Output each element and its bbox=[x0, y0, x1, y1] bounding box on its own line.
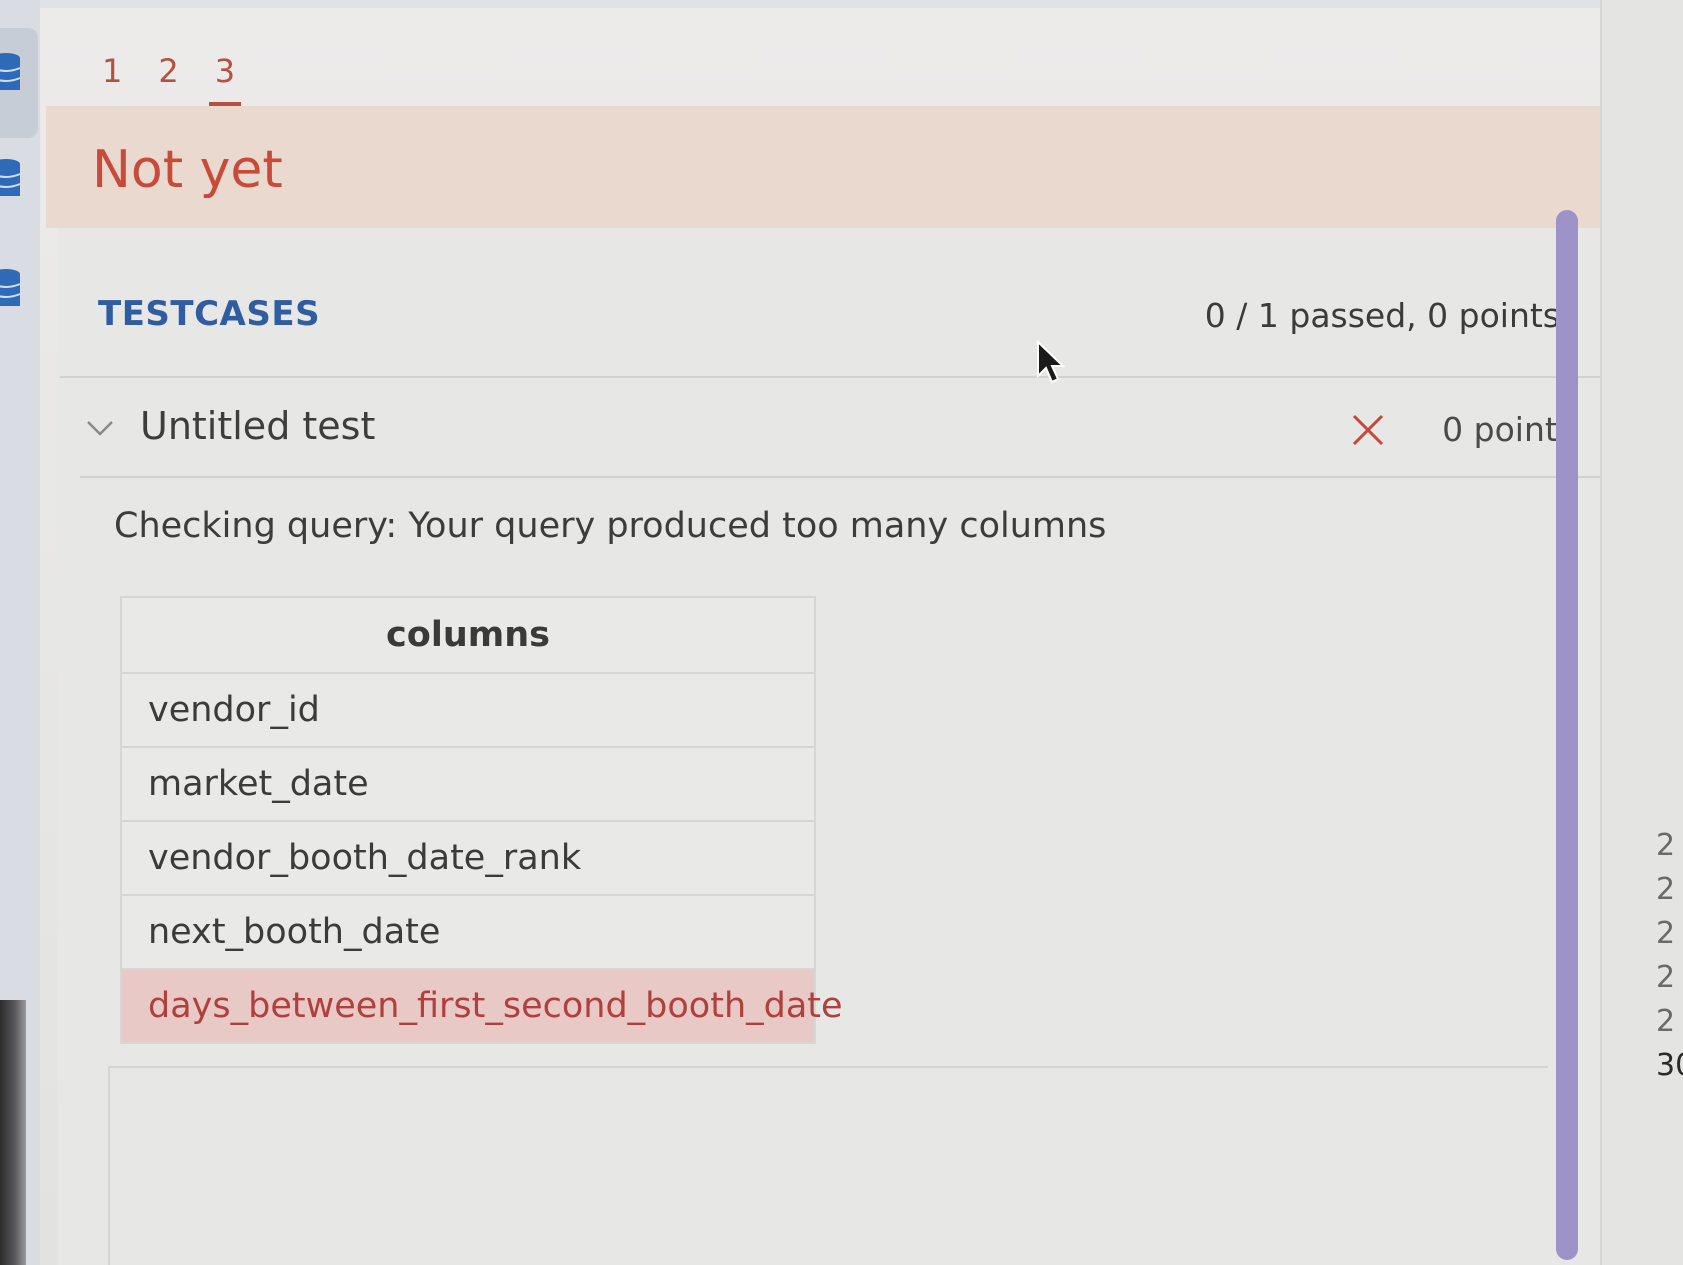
database-icon[interactable] bbox=[0, 158, 24, 202]
line-number: 2 bbox=[1656, 960, 1676, 995]
columns-table: columns vendor_id market_date vendor_boo… bbox=[120, 596, 843, 1044]
chevron-down-icon[interactable] bbox=[86, 414, 114, 442]
divider bbox=[108, 1066, 110, 1265]
test-title[interactable]: Untitled test bbox=[140, 404, 375, 448]
question-tabs: 1 2 3 bbox=[96, 52, 242, 106]
testcases-heading: TESTCASES bbox=[98, 294, 321, 334]
scrollbar[interactable] bbox=[1556, 210, 1578, 1260]
line-number: 2 bbox=[1656, 916, 1676, 951]
divider bbox=[60, 376, 1600, 378]
close-icon bbox=[1352, 414, 1384, 446]
database-icon[interactable] bbox=[0, 268, 24, 312]
table-row: next_booth_date bbox=[122, 896, 814, 970]
tab-2[interactable]: 2 bbox=[152, 52, 184, 106]
line-number: 2 bbox=[1656, 1004, 1676, 1039]
status-text: Not yet bbox=[92, 140, 283, 200]
top-strip bbox=[40, 0, 1640, 8]
table-row: market_date bbox=[122, 748, 814, 822]
page: 1 2 3 Not yet TESTCASES 0 / 1 passed, 0 … bbox=[0, 0, 1683, 1265]
divider bbox=[80, 476, 1600, 478]
line-number: 2 bbox=[1656, 872, 1676, 907]
tab-3[interactable]: 3 bbox=[208, 52, 242, 106]
table-row: vendor_id bbox=[122, 674, 814, 748]
database-icon[interactable] bbox=[0, 52, 24, 96]
mouse-cursor-icon bbox=[1037, 340, 1066, 384]
tab-1[interactable]: 1 bbox=[96, 52, 128, 106]
test-message: Checking query: Your query produced too … bbox=[114, 506, 1107, 546]
table-row-extra-column: days_between_first_second_booth_date bbox=[122, 970, 843, 1042]
test-points: 0 points bbox=[1442, 410, 1575, 449]
line-number: 30 bbox=[1656, 1048, 1683, 1083]
columns-header: columns bbox=[122, 598, 814, 674]
table-row: vendor_booth_date_rank bbox=[122, 822, 814, 896]
screen-bezel bbox=[0, 1000, 26, 1265]
line-number: 2 bbox=[1656, 828, 1676, 863]
testcases-summary: 0 / 1 passed, 0 points bbox=[1204, 296, 1560, 335]
divider bbox=[108, 1066, 1548, 1068]
